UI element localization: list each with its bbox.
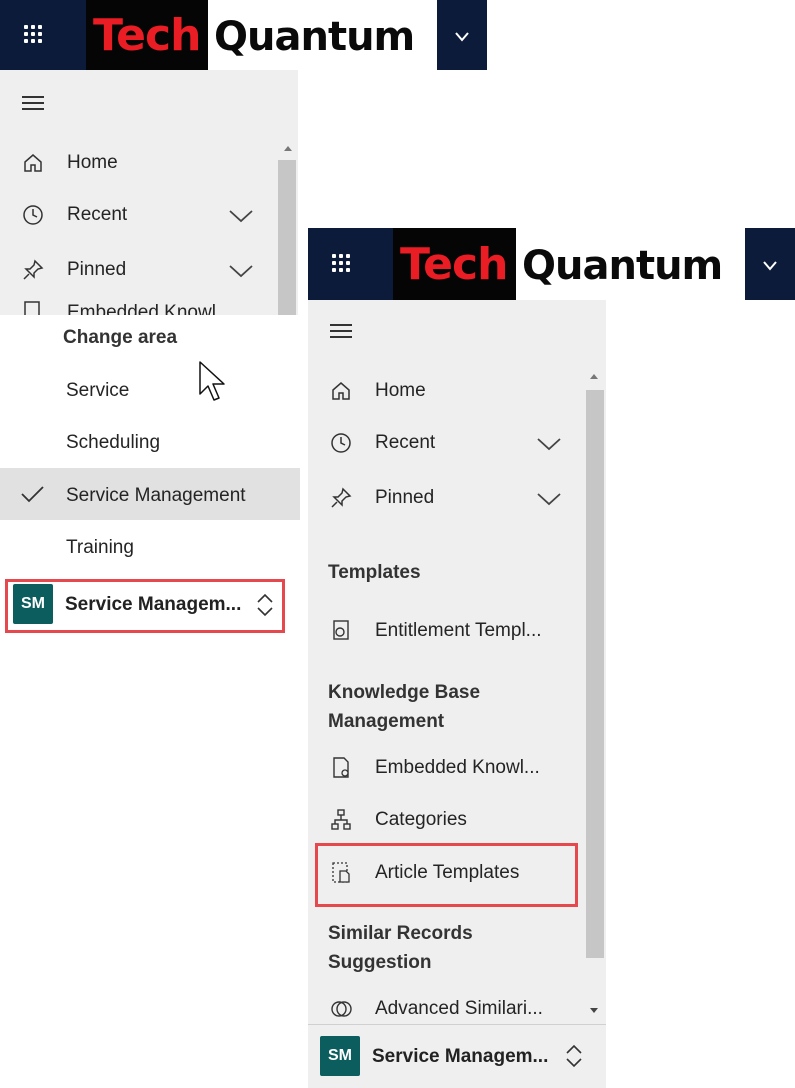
nav-item-recent[interactable]: Recent	[20, 202, 127, 228]
area-option-training[interactable]: Training	[66, 537, 134, 559]
scroll-down-arrow[interactable]	[590, 1008, 598, 1013]
brand-logo-tech: Tech	[400, 239, 508, 290]
hierarchy-icon	[328, 808, 354, 832]
nav-item-pinned[interactable]: Pinned	[20, 257, 126, 283]
template-icon	[328, 619, 354, 643]
section-title-kb-line1: Knowledge Base	[328, 682, 481, 703]
scrollbar-thumb[interactable]	[586, 390, 604, 958]
scrollbar-thumb[interactable]	[278, 160, 296, 315]
document-icon	[24, 301, 40, 315]
mouse-pointer-icon	[199, 361, 225, 401]
hamburger-icon[interactable]	[22, 92, 44, 114]
section-title-similar-line2: Suggestion	[328, 952, 432, 973]
nav-item-advanced-similarity[interactable]: Advanced Similari...	[328, 996, 543, 1022]
nav-item-home[interactable]: Home	[328, 378, 426, 404]
app-launcher-icon[interactable]	[332, 254, 350, 272]
hamburger-icon[interactable]	[330, 320, 352, 342]
area-option-scheduling[interactable]: Scheduling	[66, 432, 160, 454]
checkmark-icon	[21, 486, 44, 503]
nav-item-home[interactable]: Home	[20, 150, 118, 176]
similarity-icon	[328, 997, 354, 1021]
home-icon	[328, 380, 354, 402]
nav-item-entitlement-templates[interactable]: Entitlement Templ...	[328, 618, 542, 644]
app-launcher-icon[interactable]	[24, 25, 42, 43]
home-icon	[20, 152, 46, 174]
scroll-up-arrow[interactable]	[284, 146, 292, 151]
section-title-similar-line1: Similar Records	[328, 923, 473, 944]
chevron-down-icon[interactable]	[536, 433, 564, 453]
change-area-title: Change area	[63, 327, 178, 348]
brand-logo-quantum: Quantum	[522, 243, 723, 289]
section-title-templates: Templates	[328, 562, 421, 583]
section-title-kb-line2: Management	[328, 711, 445, 732]
area-switcher-highlight	[5, 579, 285, 633]
area-option-service[interactable]: Service	[66, 380, 129, 402]
article-templates-highlight	[315, 843, 578, 907]
pin-icon	[20, 259, 46, 281]
brand-menu-button[interactable]	[437, 0, 487, 70]
brand-logo-tech: Tech	[93, 10, 201, 61]
area-switcher-label[interactable]: Service Managem...	[372, 1046, 548, 1068]
scroll-up-arrow[interactable]	[590, 374, 598, 379]
nav-item-recent[interactable]: Recent	[328, 430, 435, 456]
nav-item-categories[interactable]: Categories	[328, 807, 467, 833]
avatar: SM	[320, 1036, 360, 1076]
chevron-down-icon[interactable]	[228, 260, 256, 280]
clock-icon	[20, 204, 46, 226]
area-option-service-management[interactable]: Service Management	[66, 485, 246, 507]
pin-icon	[328, 487, 354, 509]
document-settings-icon	[328, 756, 354, 780]
nav-item-embedded-knowledge[interactable]: Embedded Knowl...	[328, 755, 540, 781]
chevron-down-icon[interactable]	[536, 488, 564, 508]
nav-item-embedded-partial: Embedded Knowl	[20, 298, 298, 315]
brand-logo-quantum: Quantum	[214, 14, 415, 60]
chevron-down-icon[interactable]	[228, 205, 256, 225]
nav-item-pinned[interactable]: Pinned	[328, 485, 434, 511]
chevron-up-down-icon[interactable]	[563, 1041, 585, 1071]
chevron-down-icon	[455, 32, 469, 42]
clock-icon	[328, 432, 354, 454]
chevron-down-icon	[763, 261, 777, 271]
brand-menu-button[interactable]	[745, 228, 795, 300]
